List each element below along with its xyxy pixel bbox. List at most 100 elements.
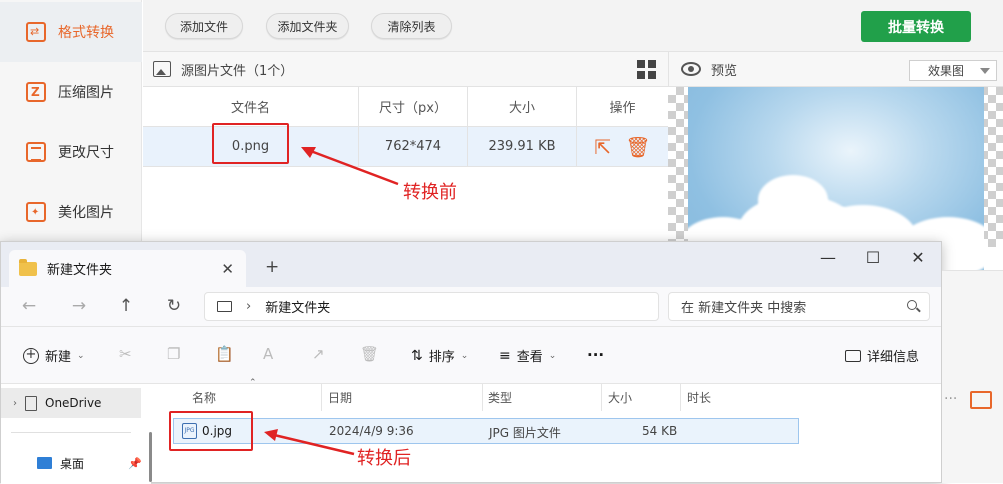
maximize-icon[interactable]: ☐ [863, 248, 883, 267]
delete-icon[interactable]: 🗑 [360, 346, 379, 362]
more-icon[interactable]: ··· [944, 391, 957, 407]
rename-icon[interactable]: A [263, 346, 279, 362]
sidebar-item-format-convert[interactable]: ⇄ 格式转换 [0, 2, 142, 62]
sort-icon: ⇅ [411, 347, 423, 364]
converter-right-panel: ··· [942, 270, 1003, 483]
row-actions: ⇱ 🗑 [577, 127, 668, 166]
highlight-box-before [212, 123, 289, 164]
sidebar-item-label: 美化图片 [58, 205, 114, 221]
chevron-down-icon: ⌄ [460, 350, 469, 361]
resize-icon [26, 142, 46, 162]
copy-icon[interactable]: ❐ [167, 346, 183, 362]
column-header-size[interactable]: 大小 [608, 389, 632, 406]
close-window-icon[interactable]: ✕ [908, 248, 928, 267]
new-tab-icon[interactable]: + [265, 257, 279, 277]
grid-view-icon[interactable] [637, 60, 656, 79]
breadcrumb[interactable]: 新建文件夹 [265, 297, 330, 316]
chevron-right-icon: › [13, 397, 17, 409]
column-header-duration[interactable]: 时长 [687, 389, 711, 406]
beautify-icon: ✦ [26, 202, 46, 222]
column-header-dimensions[interactable]: 尺寸（px） [359, 87, 468, 126]
column-header-filename[interactable]: 文件名 [143, 87, 359, 126]
plus-icon: + [23, 347, 39, 364]
add-folder-button[interactable]: 添加文件夹 [266, 13, 349, 39]
more-options-icon[interactable]: ··· [587, 346, 604, 364]
top-toolbar: 添加文件 添加文件夹 清除列表 批量转换 [143, 0, 1003, 52]
sidebar-item-beautify[interactable]: ✦ 美化图片 [0, 182, 142, 242]
forward-icon[interactable]: → [68, 296, 90, 316]
paste-icon[interactable]: 📋 [215, 346, 234, 362]
desktop-icon [37, 457, 52, 469]
address-input[interactable]: › 新建文件夹 [204, 292, 659, 321]
highlight-box-after [169, 411, 253, 451]
details-label: 详细信息 [867, 350, 920, 365]
view-icon: ≡ [499, 347, 511, 364]
source-panel-header: 源图片文件（1个） [143, 52, 668, 87]
open-external-icon[interactable]: ⇱ [594, 135, 611, 159]
nav-item-label: 桌面 [60, 456, 85, 471]
clear-list-button[interactable]: 清除列表 [371, 13, 452, 39]
batch-convert-button[interactable]: 批量转换 [861, 11, 971, 42]
nav-divider [11, 432, 131, 433]
computer-icon [217, 301, 232, 312]
nav-item-onedrive[interactable]: › OneDrive [1, 388, 141, 418]
cut-icon[interactable]: ✂ [119, 346, 135, 362]
sort-ascending-icon: ⌃ [249, 378, 257, 388]
pin-icon[interactable]: 📌 [128, 457, 142, 470]
column-header-actions: 操作 [609, 101, 636, 116]
arrow-after [264, 429, 355, 456]
sidebar-item-label: 更改尺寸 [58, 145, 114, 161]
explorer-address-bar: ← → ↑ ↻ › 新建文件夹 在 新建文件夹 中搜索 [1, 287, 941, 327]
chevron-down-icon: ⌄ [77, 350, 85, 361]
share-icon[interactable]: ↗ [312, 346, 328, 362]
label-before: 转换前 [403, 182, 457, 203]
source-panel-title: 源图片文件（1个） [181, 63, 294, 79]
minimize-icon[interactable]: — [818, 248, 838, 267]
file-size: 54 KB [642, 424, 678, 438]
details-pane-icon [845, 349, 861, 362]
sidebar-item-compress[interactable]: Z 压缩图片 [0, 62, 142, 122]
view-button[interactable]: ≡ 查看 ⌄ [499, 346, 557, 366]
breadcrumb-separator-icon: › [246, 299, 252, 314]
nav-scrollbar[interactable] [149, 432, 152, 482]
file-type: JPG 图片文件 [489, 426, 561, 440]
up-icon[interactable]: ↑ [115, 296, 137, 316]
column-header-size[interactable]: 大小 [468, 87, 577, 126]
sort-button[interactable]: ⇅ 排序 ⌄ [411, 346, 469, 366]
file-explorer-window: 新建文件夹 ✕ + — ☐ ✕ ← → ↑ ↻ › 新建文件夹 在 新建文件夹 … [0, 241, 942, 484]
add-file-button[interactable]: 添加文件 [165, 13, 243, 39]
nav-item-desktop[interactable]: 桌面 📌 [1, 448, 142, 478]
sort-label: 排序 [428, 350, 455, 365]
arrow-before [301, 147, 399, 186]
sidebar-item-resize[interactable]: 更改尺寸 [0, 122, 142, 182]
compress-icon: Z [26, 82, 46, 102]
explorer-tab[interactable]: 新建文件夹 ✕ [9, 250, 246, 287]
column-header-type[interactable]: 类型 [488, 389, 512, 406]
column-header-date[interactable]: 日期 [328, 389, 352, 406]
preview-mode-select[interactable]: 效果图 [909, 60, 997, 81]
file-size: 239.91 KB [468, 127, 577, 166]
new-button[interactable]: + 新建 ⌄ [23, 346, 85, 365]
label-after: 转换后 [357, 448, 411, 469]
image-icon [153, 61, 171, 77]
nav-item-label: OneDrive [45, 396, 102, 410]
explorer-tab-title: 新建文件夹 [47, 263, 113, 278]
chevron-down-icon: ⌄ [548, 350, 557, 361]
search-placeholder: 在 新建文件夹 中搜索 [681, 301, 807, 316]
trash-icon[interactable]: 🗑 [625, 135, 650, 159]
explorer-tab-bar: 新建文件夹 ✕ + — ☐ ✕ [1, 242, 941, 287]
view-label: 查看 [516, 350, 543, 365]
open-folder-icon[interactable] [970, 391, 992, 409]
close-tab-icon[interactable]: ✕ [221, 260, 234, 278]
eye-icon [681, 62, 701, 76]
search-input[interactable]: 在 新建文件夹 中搜索 [668, 292, 930, 321]
convert-icon: ⇄ [26, 22, 46, 42]
refresh-icon[interactable]: ↻ [163, 296, 185, 316]
column-header-name[interactable]: 名称 [192, 389, 216, 406]
folder-icon [19, 258, 37, 276]
back-icon[interactable]: ← [18, 296, 40, 316]
sidebar-item-label: 格式转换 [58, 25, 114, 41]
source-table-header: 文件名 尺寸（px） 大小 操作 [143, 87, 668, 127]
details-pane-button[interactable]: 详细信息 [845, 346, 919, 365]
explorer-navigation-pane: › OneDrive 桌面 📌 [1, 384, 151, 484]
